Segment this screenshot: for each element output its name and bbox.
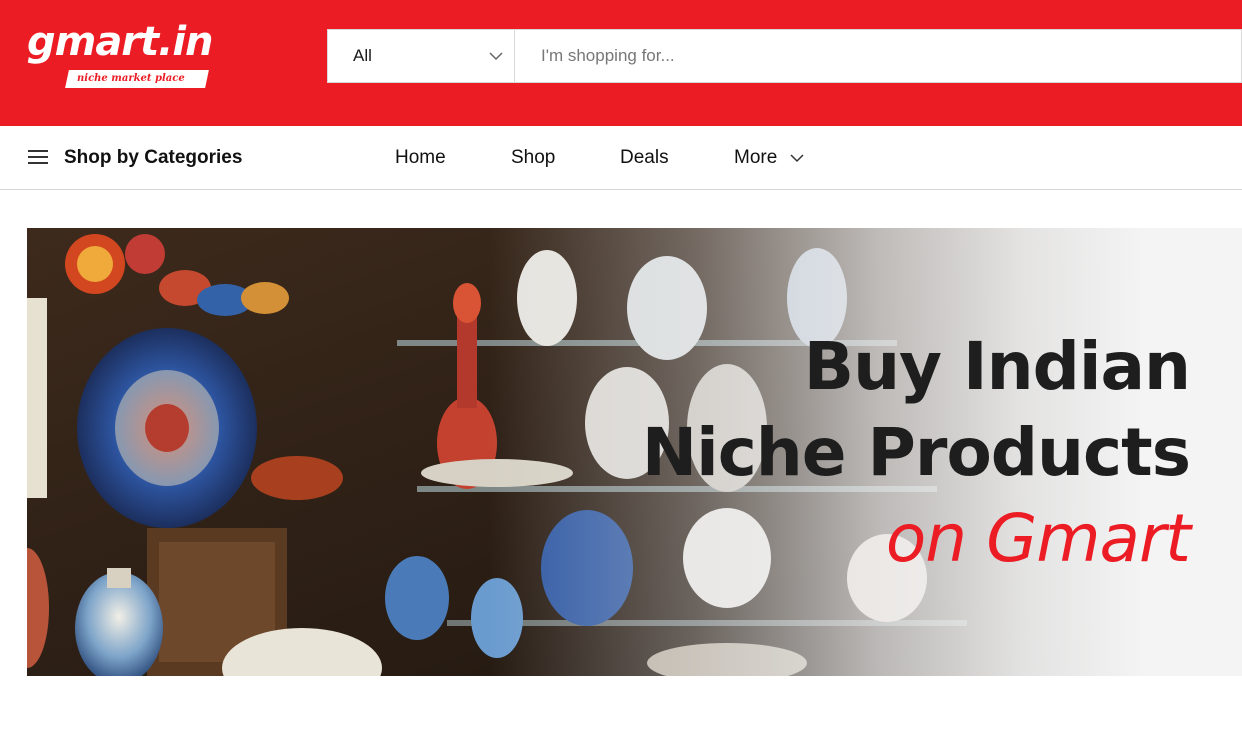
chevron-down-icon [790,153,804,162]
category-select[interactable]: All [328,30,515,82]
category-select-value: All [353,46,372,65]
hamburger-icon [28,150,50,165]
site-header: gmart.in niche market place All [0,0,1242,126]
nav-more-label: More [734,147,778,168]
shop-by-categories-button[interactable]: Shop by Categories [28,126,242,189]
search-input[interactable] [516,30,1241,82]
brand-tagline: niche market place [77,73,185,84]
nav-deals-link[interactable]: Deals [620,126,669,189]
main-nav: Shop by Categories Home Shop Deals More [0,126,1242,190]
brand-tagline-strip: niche market place [65,70,209,88]
nav-shop-link[interactable]: Shop [511,126,555,189]
banner-headline-line-1: Buy Indian [803,328,1191,405]
nav-home-link[interactable]: Home [395,126,446,189]
banner-headline-line-2: Niche Products [641,414,1191,491]
nav-more-dropdown[interactable]: More [734,126,805,189]
brand-logo[interactable]: gmart.in niche market place [27,18,217,96]
hero-banner[interactable]: Buy Indian Niche Products on Gmart [27,228,1242,676]
banner-headline-line-3: on Gmart [885,500,1191,577]
search-bar: All [327,29,1242,83]
brand-name: gmart.in [27,19,214,65]
chevron-down-icon [489,52,503,61]
shop-by-categories-label: Shop by Categories [64,146,243,168]
